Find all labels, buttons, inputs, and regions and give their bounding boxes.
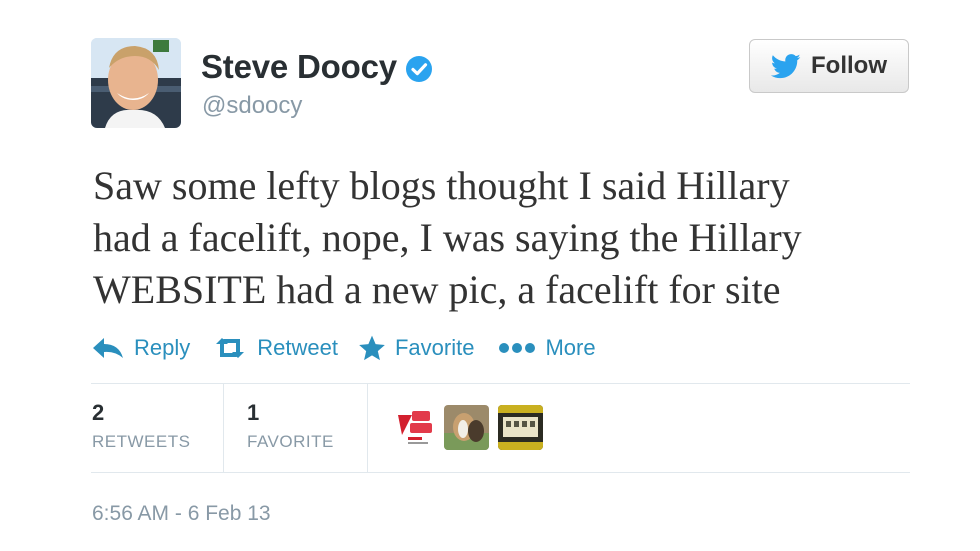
stat-separator: [367, 384, 368, 472]
follow-button[interactable]: Follow: [749, 39, 909, 93]
user-handle[interactable]: @sdoocy: [202, 92, 302, 120]
user-avatar[interactable]: [91, 38, 181, 128]
retweets-stat[interactable]: 2 RETWEETS: [92, 400, 190, 452]
more-action[interactable]: More: [498, 335, 596, 361]
tweet-line: Saw some lefty blogs thought I said Hill…: [93, 163, 790, 208]
tweet-line: WEBSITE had a new pic, a facelift for si…: [93, 267, 781, 312]
tweet-text: Saw some lefty blogs thought I said Hill…: [93, 160, 913, 316]
verified-badge-icon: [405, 53, 433, 82]
divider: [91, 383, 910, 384]
divider: [91, 472, 910, 473]
favorites-count: 1: [247, 400, 260, 425]
go-red-logo-icon: [392, 405, 437, 450]
retweets-count: 2: [92, 400, 105, 425]
dog-photo-icon: [444, 405, 489, 450]
reply-action[interactable]: Reply: [91, 335, 190, 361]
tweet-line: had a facelift, nope, I was saying the H…: [93, 215, 802, 260]
building-photo-icon: [498, 405, 543, 450]
avatar-photo-icon: [91, 38, 181, 128]
user-display-name[interactable]: Steve Doocy: [201, 48, 433, 86]
favoriter-avatar[interactable]: [444, 405, 489, 450]
display-name-text: Steve Doocy: [201, 48, 397, 85]
reply-label: Reply: [134, 335, 191, 360]
favoriter-avatar[interactable]: [498, 405, 543, 450]
tweet-timestamp[interactable]: 6:56 AM - 6 Feb 13: [92, 502, 271, 526]
reply-arrow-icon: [93, 338, 123, 358]
tweet-actions: Reply Retweet Favorite More: [91, 331, 596, 365]
follow-button-label: Follow: [811, 52, 887, 79]
retweets-label: RETWEETS: [92, 432, 191, 451]
more-label: More: [545, 335, 596, 360]
retweet-label: Retweet: [257, 335, 338, 360]
stat-separator: [223, 384, 224, 472]
retweet-icon: [216, 338, 245, 358]
retweet-action[interactable]: Retweet: [212, 335, 338, 361]
star-icon: [359, 335, 385, 360]
favoriter-avatar[interactable]: [392, 405, 437, 450]
favorite-label: Favorite: [394, 335, 475, 360]
more-dots-icon: [499, 343, 536, 353]
favorite-action[interactable]: Favorite: [358, 335, 474, 362]
favorites-stat[interactable]: 1 FAVORITE: [247, 400, 334, 452]
favorites-label: FAVORITE: [247, 432, 334, 451]
twitter-bird-icon: [771, 53, 801, 78]
